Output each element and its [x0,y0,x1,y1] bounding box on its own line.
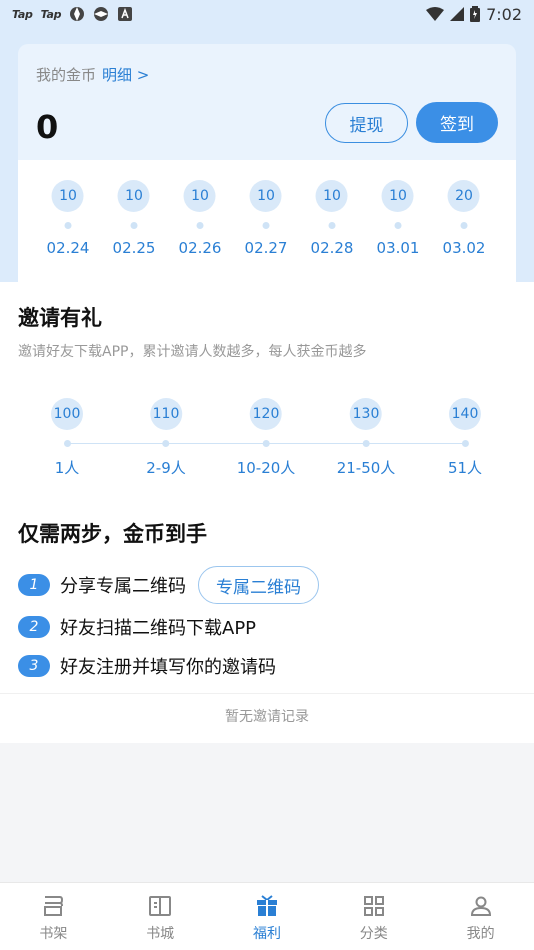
tier-amount-bubble: 140 [449,398,481,430]
font-a-icon [118,7,133,21]
step-text: 好友注册并填写你的邀请码 [60,657,276,678]
status-bar: Tap Tap 7:02 [0,0,534,28]
coin-balance: 0 [36,108,59,146]
tier-people: 21-50人 [336,459,396,477]
timeline-dot [130,222,138,229]
checkin-date: 02.24 [46,239,90,257]
book-open-icon [149,896,172,916]
timeline-dot [196,222,204,229]
timeline-dot [394,222,402,229]
nav-item-category[interactable]: 分类 [320,883,427,950]
coin-amount-bubble: 10 [381,180,414,212]
step-text: 好友扫描二维码下载APP [60,618,257,639]
tier-people: 1人 [54,459,80,477]
nav-item-bookshelf[interactable]: 书架 [0,883,107,950]
coin-label-row: 我的金币 明细 > [36,64,149,85]
timeline-dot [162,440,170,447]
taptap-app-icon: Tap [40,7,62,21]
nav-item-welfare[interactable]: 福利 [214,883,321,950]
user-icon [470,896,491,916]
daily-checkin-timeline: 10 02.24 10 02.25 10 02.26 10 02.27 10 0… [18,160,516,282]
timeline-dot [362,440,370,447]
step-row: 1 分享专属二维码 专属二维码 [18,566,319,604]
checkin-day: 10 02.25 [112,180,156,257]
checkin-date: 02.28 [310,239,354,257]
divider [0,693,534,694]
nav-item-bookstore[interactable]: 书城 [107,883,214,950]
step-text: 分享专属二维码 [60,576,186,597]
coin-detail-link[interactable]: 明细 > [102,66,149,84]
step-number-badge: 1 [18,574,50,596]
no-invite-records-text: 暂无邀请记录 [225,709,309,725]
invite-subtitle: 邀请好友下载APP，累计邀请人数越多，每人获金币越多 [18,344,367,360]
tier-people: 10-20人 [236,459,296,477]
step-number-badge: 3 [18,655,50,677]
aperture-icon [70,7,85,21]
checkin-date: 03.02 [442,239,486,257]
checkin-day: 10 02.27 [244,180,288,257]
aperture-icon [94,7,109,21]
nav-label: 福利 [252,926,281,942]
timeline-dot [262,440,270,447]
grid-icon [363,896,384,916]
tier-people: 2-9人 [146,459,186,477]
tier-amount-bubble: 100 [51,398,83,430]
checkin-date: 02.26 [178,239,222,257]
coin-amount-bubble: 10 [249,180,282,212]
step-row: 3 好友注册并填写你的邀请码 [18,653,276,679]
timeline-dot [64,222,72,229]
invite-title: 邀请有礼 [18,306,102,330]
bookshelf-icon [44,896,64,916]
tier-amount-bubble: 110 [150,398,182,430]
invite-tier: 100 1人 [51,398,83,478]
nav-item-mine[interactable]: 我的 [427,883,534,950]
checkin-date: 02.27 [244,239,288,257]
step-row: 2 好友扫描二维码下载APP [18,614,256,640]
invite-tier: 120 10-20人 [236,398,296,478]
coin-amount-bubble: 10 [117,180,150,212]
gift-icon [256,895,277,916]
timeline-dot [461,440,469,447]
bottom-navigation: 书架 书城 福利 分类 我的 [0,882,534,950]
timeline-dot [328,222,336,229]
checkin-day: 20 03.02 [442,180,486,257]
coin-card: 我的金币 明细 > 0 提现 签到 10 02.24 10 02.25 10 02… [18,44,516,282]
checkin-date: 02.25 [112,239,156,257]
signal-icon [450,7,465,21]
checkin-day: 10 03.01 [376,180,420,257]
coin-amount-bubble: 10 [51,180,84,212]
timeline-dot [63,440,71,447]
invite-section: 邀请有礼 邀请好友下载APP，累计邀请人数越多，每人获金币越多 100 1人 1… [0,282,534,743]
taptap-app-icon: Tap [12,7,33,21]
tier-people: 51人 [447,459,483,477]
exclusive-qr-code-button[interactable]: 专属二维码 [198,566,319,604]
nav-label: 我的 [466,926,495,942]
checkin-day: 10 02.24 [46,180,90,257]
invite-tier: 130 21-50人 [336,398,396,478]
steps-title: 仅需两步，金币到手 [18,522,207,546]
checkin-date: 03.01 [376,239,420,257]
sign-in-button[interactable]: 签到 [416,102,498,143]
coin-amount-bubble: 10 [315,180,348,212]
coin-amount-bubble: 20 [447,180,480,212]
clock-time: 7:02 [486,4,522,24]
coin-label: 我的金币 [36,66,97,84]
checkin-day: 10 02.26 [178,180,222,257]
nav-label: 书架 [39,926,68,942]
coin-amount-bubble: 10 [183,180,216,212]
checkin-day: 10 02.28 [310,180,354,257]
tier-amount-bubble: 120 [250,398,282,430]
timeline-dot [460,222,468,229]
step-number-badge: 2 [18,616,50,638]
wifi-icon [426,7,445,21]
invite-tier: 110 2-9人 [146,398,186,478]
nav-label: 分类 [359,926,388,942]
tier-amount-bubble: 130 [350,398,382,430]
nav-label: 书城 [146,926,175,942]
invite-tier: 140 51人 [448,398,482,478]
timeline-dot [262,222,270,229]
withdraw-button[interactable]: 提现 [325,103,408,143]
battery-icon [470,6,481,22]
